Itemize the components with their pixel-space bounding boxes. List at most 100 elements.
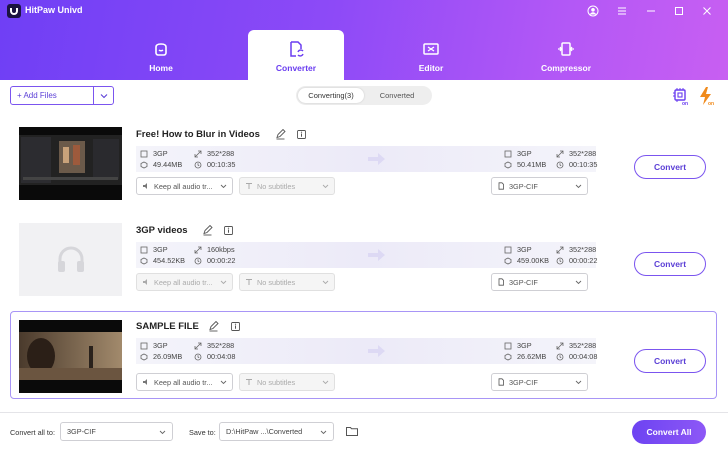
file-format-icon [140, 246, 148, 253]
close-icon[interactable] [699, 3, 715, 19]
tab-compressor[interactable]: Compressor [518, 30, 614, 78]
file-size-icon [140, 257, 148, 264]
menu-icon[interactable] [614, 3, 630, 19]
minimize-icon[interactable] [643, 3, 659, 19]
target-format: 3GP [517, 149, 532, 158]
target-resolution: 352*288 [569, 341, 597, 350]
video-thumbnail[interactable] [19, 320, 122, 393]
video-preview-image [19, 135, 122, 185]
file-format-icon [504, 246, 512, 253]
rename-icon[interactable] [202, 225, 213, 236]
file-row[interactable]: Free! How to Blur in Videos 3GP 352*288 … [10, 121, 717, 209]
tab-editor[interactable]: Editor [383, 30, 479, 78]
high-speed-conversion-icon[interactable]: on [697, 86, 717, 106]
app-title: HitPaw Univd [25, 5, 83, 15]
subtitles-dropdown[interactable]: No subtitles [239, 373, 335, 391]
target-duration: 00:04:08 [569, 352, 598, 361]
file-row[interactable]: 3GP videos 3GP 160kbps 454.52KB 00:00:22… [10, 217, 717, 305]
info-icon[interactable] [296, 129, 307, 140]
audio-icon [143, 379, 147, 385]
source-resolution: 352*288 [207, 341, 235, 350]
source-resolution: 160kbps [207, 245, 235, 254]
tab-home[interactable]: Home [113, 30, 209, 78]
audio-track-dropdown[interactable]: Keep all audio tr... [136, 373, 233, 391]
headphones-icon [57, 246, 84, 272]
add-files-dropdown[interactable] [94, 87, 113, 104]
video-thumbnail[interactable] [19, 223, 122, 296]
hardware-acceleration-icon[interactable]: on [671, 86, 691, 106]
save-to-label: Save to: [189, 428, 216, 437]
maximize-icon[interactable] [671, 3, 687, 19]
video-thumbnail[interactable] [19, 127, 122, 200]
output-format-dropdown[interactable]: 3GP-CIF [491, 373, 588, 391]
chevron-down-icon [220, 380, 227, 385]
output-format-dropdown[interactable]: 3GP-CIF [491, 177, 588, 195]
file-format-icon [504, 342, 512, 349]
source-format: 3GP [153, 245, 168, 254]
add-files-button[interactable]: + Add Files [11, 87, 94, 104]
file-size-icon [504, 353, 512, 360]
rename-icon[interactable] [275, 129, 286, 140]
editor-icon [423, 43, 439, 55]
subtitle-icon [246, 279, 252, 285]
convert-button[interactable]: Convert [634, 349, 706, 373]
convert-all-format-dropdown[interactable]: 3GP-CIF [60, 422, 173, 441]
resolution-icon [556, 246, 564, 253]
file-row[interactable]: SAMPLE FILE 3GP 352*288 26.09MB 00:04:08… [10, 311, 717, 399]
target-size: 50.41MB [517, 160, 547, 169]
chevron-down-icon [575, 380, 582, 385]
save-location-dropdown[interactable]: D:\HitPaw ...\Converted [219, 422, 334, 441]
file-title: 3GP videos [136, 225, 188, 236]
file-size-icon [504, 161, 512, 168]
duration-icon [556, 353, 564, 360]
add-files-control: + Add Files [10, 86, 114, 105]
subtitles-dropdown[interactable]: No subtitles [239, 177, 335, 195]
file-format-icon [140, 342, 148, 349]
rename-icon[interactable] [208, 321, 219, 332]
segment-converting[interactable]: Converting(3) [298, 88, 364, 103]
convert-button[interactable]: Convert [634, 155, 706, 179]
resolution-icon [194, 150, 202, 157]
chevron-down-icon [159, 430, 166, 435]
tab-converter[interactable]: Converter [248, 30, 344, 80]
convert-all-to-label: Convert all to: [10, 428, 56, 437]
compressor-icon [558, 42, 574, 56]
source-duration: 00:00:22 [207, 256, 236, 265]
convert-all-button[interactable]: Convert All [632, 420, 706, 444]
file-size-icon [140, 161, 148, 168]
source-duration: 00:04:08 [207, 352, 236, 361]
chevron-down-icon [575, 184, 582, 189]
subtitles-dropdown[interactable]: No subtitles [239, 273, 335, 291]
convert-button[interactable]: Convert [634, 252, 706, 276]
arrow-right-icon [368, 153, 385, 165]
audio-track-dropdown[interactable]: Keep all audio tr... [136, 177, 233, 195]
file-icon [498, 378, 504, 386]
output-format-dropdown[interactable]: 3GP-CIF [491, 273, 588, 291]
audio-icon [143, 183, 147, 189]
folder-icon[interactable] [345, 424, 359, 438]
file-format-icon [504, 150, 512, 157]
chevron-down-icon [100, 93, 107, 98]
info-icon[interactable] [230, 321, 241, 332]
conversion-info: 3GP 160kbps 454.52KB 00:00:22 3GP 352*28… [136, 242, 598, 268]
account-icon[interactable] [585, 3, 601, 19]
target-format: 3GP [517, 245, 532, 254]
segment-converted[interactable]: Converted [364, 88, 430, 103]
home-icon [155, 43, 167, 56]
converter-icon [290, 41, 304, 57]
source-size: 454.52KB [153, 256, 186, 265]
target-resolution: 352*288 [569, 245, 597, 254]
source-duration: 00:10:35 [207, 160, 236, 169]
file-size-icon [504, 257, 512, 264]
arrow-right-icon [368, 345, 385, 357]
conversion-info: 3GP 352*288 26.09MB 00:04:08 3GP 352*288… [136, 338, 598, 364]
target-duration: 00:00:22 [569, 256, 598, 265]
source-size: 26.09MB [153, 352, 183, 361]
target-duration: 00:10:35 [569, 160, 598, 169]
target-format: 3GP [517, 341, 532, 350]
file-title: Free! How to Blur in Videos [136, 129, 260, 140]
chevron-down-icon [322, 184, 329, 189]
info-icon[interactable] [223, 225, 234, 236]
subtitle-icon [246, 379, 252, 385]
audio-track-dropdown[interactable]: Keep all audio tr... [136, 273, 233, 291]
